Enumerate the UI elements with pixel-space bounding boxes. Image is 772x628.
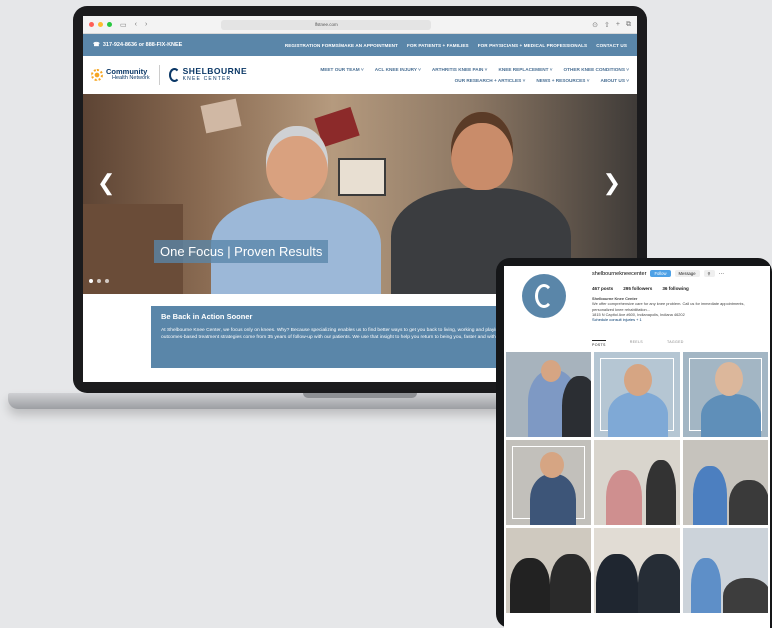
slider-prev-icon[interactable]: ❮ bbox=[97, 170, 115, 196]
posts-count: 467 posts bbox=[592, 286, 614, 291]
followers-count[interactable]: 295 followers bbox=[623, 286, 652, 291]
topnav-patients[interactable]: FOR PATIENTS + FAMILIES bbox=[407, 43, 469, 48]
slider-dot[interactable] bbox=[89, 279, 93, 283]
phone-link[interactable]: ☎ 317-924-8636 or 888-FIX-KNEE bbox=[93, 42, 182, 48]
nav-about-us[interactable]: ABOUT US ˅ bbox=[600, 78, 629, 83]
site-header: Community Health Network SHELBOURNE KNEE… bbox=[83, 56, 637, 94]
bio-text: We offer comprehensive care for any knee… bbox=[592, 301, 745, 312]
nav-meet-our-team[interactable]: MEET OUR TEAM ˅ bbox=[320, 67, 363, 72]
download-icon[interactable]: ⊙ bbox=[592, 21, 598, 29]
url-text: lfstnee.com bbox=[314, 22, 338, 27]
logo-divider bbox=[158, 65, 160, 85]
close-window-icon[interactable] bbox=[89, 22, 94, 27]
nav-acl-knee-injury[interactable]: ACL KNEE INJURY ˅ bbox=[375, 67, 421, 72]
bio-link[interactable]: Schedule consult injuries + 1 bbox=[592, 317, 642, 322]
skc-line2: KNEE CENTER bbox=[182, 76, 232, 82]
nav-knee-replacement[interactable]: KNEE REPLACEMENT ˅ bbox=[498, 67, 552, 72]
slider-dot[interactable] bbox=[105, 279, 109, 283]
follow-button[interactable]: Follow bbox=[650, 270, 671, 277]
post-thumbnail[interactable] bbox=[594, 528, 680, 613]
tab-posts[interactable]: POSTS bbox=[592, 340, 606, 347]
post-thumbnail[interactable] bbox=[506, 440, 592, 525]
tablet-screen: shelbourneknеecenter Follow Message ⚲ ··… bbox=[504, 266, 770, 628]
utility-nav: REGISTRATION FORMS/MAKE AN APPOINTMENT F… bbox=[285, 43, 627, 48]
new-tab-icon[interactable]: + bbox=[616, 21, 620, 29]
tab-reels[interactable]: REELS bbox=[630, 340, 643, 347]
slider-next-icon[interactable]: ❯ bbox=[603, 170, 621, 196]
post-thumbnail[interactable] bbox=[506, 528, 592, 613]
avatar[interactable] bbox=[522, 274, 566, 318]
post-thumbnail[interactable] bbox=[682, 528, 768, 613]
hero-person-doctor bbox=[211, 126, 381, 294]
tabs-overview-icon[interactable]: ⧉ bbox=[626, 21, 631, 29]
instagram-profile-header: shelbourneknеecenter Follow Message ⚲ ··… bbox=[504, 266, 770, 352]
community-health-logo[interactable]: Community Health Network bbox=[91, 68, 150, 82]
sun-logo-icon bbox=[91, 69, 103, 81]
nav-arthritis-knee-pain[interactable]: ARTHRITIS KNEE PAIN ˅ bbox=[432, 67, 488, 72]
message-button[interactable]: Message bbox=[674, 270, 700, 277]
slider-dots bbox=[89, 279, 109, 283]
chn-line2: Health Network bbox=[112, 75, 150, 81]
bio-name: Shelbourne Knee Center bbox=[592, 296, 638, 301]
address-bar[interactable]: lfstnee.com bbox=[221, 19, 432, 30]
minimize-window-icon[interactable] bbox=[98, 22, 103, 27]
nav-other-knee-conditions[interactable]: OTHER KNEE CONDITIONS ˅ bbox=[563, 67, 629, 72]
site-topbar: ☎ 317-924-8636 or 888-FIX-KNEE REGISTRAT… bbox=[83, 34, 637, 56]
post-thumbnail[interactable] bbox=[682, 352, 768, 437]
hero-caption: One Focus | Proven Results bbox=[154, 240, 329, 263]
forward-icon[interactable]: › bbox=[145, 21, 147, 28]
main-nav: MEET OUR TEAM ˅ ACL KNEE INJURY ˅ ARTHRI… bbox=[320, 67, 629, 83]
add-user-button[interactable]: ⚲ bbox=[703, 270, 715, 277]
tab-tagged[interactable]: TAGGED bbox=[667, 340, 684, 347]
topnav-contact[interactable]: CONTACT US bbox=[596, 43, 627, 48]
posts-grid bbox=[504, 352, 770, 613]
knee-logo-icon bbox=[168, 68, 180, 82]
post-thumbnail[interactable] bbox=[682, 440, 768, 525]
profile-username: shelbourneknеecenter bbox=[592, 270, 647, 277]
profile-bio: Shelbourne Knee Center We offer comprehe… bbox=[592, 296, 762, 322]
more-options-icon[interactable]: ··· bbox=[719, 271, 725, 277]
phone-icon: ☎ bbox=[93, 42, 100, 48]
knee-logo-icon bbox=[535, 284, 553, 308]
post-thumbnail[interactable] bbox=[594, 352, 680, 437]
browser-toolbar: ▭ ‹ › lfstnee.com ⊙ ⇧ + ⧉ bbox=[83, 16, 637, 34]
following-count[interactable]: 36 following bbox=[662, 286, 689, 291]
maximize-window-icon[interactable] bbox=[107, 22, 112, 27]
topnav-physicians[interactable]: FOR PHYSICIANS + MEDICAL PROFESSIONALS bbox=[478, 43, 588, 48]
bio-address: 1815 N Capitol Ave #600, Indianapolis, I… bbox=[592, 311, 685, 317]
share-icon[interactable]: ⇧ bbox=[604, 21, 610, 29]
profile-tabs: POSTS REELS TAGGED bbox=[592, 340, 684, 347]
shelbourne-logo[interactable]: SHELBOURNE KNEE CENTER bbox=[168, 67, 248, 83]
back-icon[interactable]: ‹ bbox=[135, 21, 137, 28]
post-thumbnail[interactable] bbox=[506, 352, 592, 437]
nav-research-articles[interactable]: OUR RESEARCH + ARTICLES ˅ bbox=[455, 78, 526, 83]
post-thumbnail[interactable] bbox=[594, 440, 680, 525]
phone-number: 317-924-8636 or 888-FIX-KNEE bbox=[102, 42, 183, 48]
laptop-notch bbox=[303, 393, 417, 398]
nav-news-resources[interactable]: NEWS + RESOURCES ˅ bbox=[536, 78, 589, 83]
topnav-registration[interactable]: REGISTRATION FORMS/MAKE AN APPOINTMENT bbox=[285, 43, 398, 48]
slider-dot[interactable] bbox=[97, 279, 101, 283]
sidebar-icon[interactable]: ▭ bbox=[120, 21, 127, 29]
